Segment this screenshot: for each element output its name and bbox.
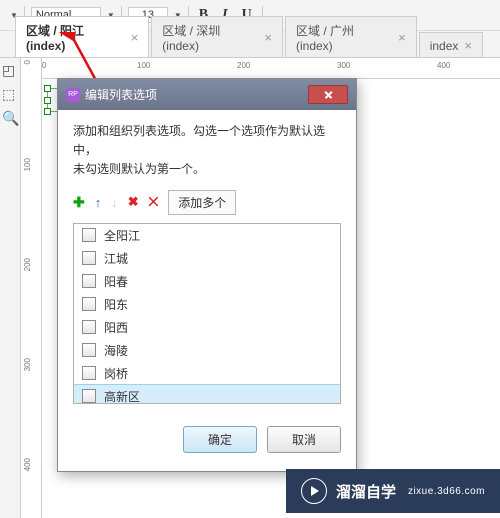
cancel-button[interactable]: 取消 xyxy=(267,426,341,453)
tab-index[interactable]: index × xyxy=(419,32,483,57)
checkbox[interactable] xyxy=(82,274,96,288)
selection-icon[interactable]: ◰ xyxy=(2,63,18,79)
item-label: 海陵 xyxy=(104,342,128,359)
dialog-title: 编辑列表选项 xyxy=(85,86,157,103)
side-tools: ◰ ⬚ 🔍 xyxy=(0,58,21,518)
checkbox[interactable] xyxy=(82,251,96,265)
vertical-ruler: 0 100 200 300 400 xyxy=(21,58,42,518)
list-item[interactable]: 高新区 xyxy=(74,385,340,404)
checkbox[interactable] xyxy=(82,366,96,380)
list-item[interactable]: 海陵 xyxy=(74,339,340,362)
ruler-tick: 0 xyxy=(23,60,32,64)
ok-button[interactable]: 确定 xyxy=(183,426,257,453)
options-list[interactable]: 全阳江 江城 阳春 阳东 阳西 海陵 岗桥 高新区 xyxy=(73,223,341,404)
horizontal-ruler: 0 100 200 300 400 xyxy=(42,58,500,79)
item-label: 阳西 xyxy=(104,319,128,336)
item-label: 江城 xyxy=(104,250,128,267)
checkbox[interactable] xyxy=(82,343,96,357)
add-many-button[interactable]: 添加多个 xyxy=(168,190,236,215)
watermark-url: zixue.3d66.com xyxy=(408,486,485,497)
move-down-icon[interactable]: ↓ xyxy=(111,195,118,210)
ruler-tick: 300 xyxy=(337,61,350,70)
checkbox[interactable] xyxy=(82,297,96,311)
ruler-tick: 400 xyxy=(437,61,450,70)
edit-list-dialog: RP 编辑列表选项 添加和组织列表选项。勾选一个选项作为默认选中，未勾选则默认为… xyxy=(57,78,357,472)
item-label: 岗桥 xyxy=(104,365,128,382)
item-label: 阳东 xyxy=(104,296,128,313)
ruler-tick: 300 xyxy=(23,358,32,371)
list-item[interactable]: 阳东 xyxy=(74,293,340,316)
close-icon[interactable]: × xyxy=(398,30,406,45)
tab-guangzhou[interactable]: 区域 / 广州 (index) × xyxy=(285,16,417,57)
item-label: 高新区 xyxy=(104,388,140,404)
delete-all-icon[interactable]: ⨉ xyxy=(149,195,159,210)
watermark-name: 溜溜自学 xyxy=(336,481,396,502)
list-item[interactable]: 阳西 xyxy=(74,316,340,339)
ruler-tick: 200 xyxy=(237,61,250,70)
resize-handle[interactable] xyxy=(44,108,51,115)
resize-handle[interactable] xyxy=(44,97,51,104)
play-icon xyxy=(301,478,327,504)
ruler-tick: 0 xyxy=(42,61,46,70)
list-item[interactable]: 江城 xyxy=(74,247,340,270)
dialog-titlebar[interactable]: RP 编辑列表选项 xyxy=(58,79,356,110)
add-icon[interactable]: ✚ xyxy=(73,194,85,211)
resize-handle[interactable] xyxy=(44,85,51,92)
dialog-buttons: 确定 取消 xyxy=(73,426,341,453)
dialog-message: 添加和组织列表选项。勾选一个选项作为默认选中，未勾选则默认为第一个。 xyxy=(73,122,341,180)
tab-label: index xyxy=(430,39,459,53)
list-item[interactable]: 全阳江 xyxy=(74,224,340,247)
app-icon: RP xyxy=(66,88,80,102)
close-icon[interactable]: × xyxy=(464,38,472,53)
checkbox[interactable] xyxy=(82,320,96,334)
zoom-icon[interactable]: 🔍 xyxy=(2,111,18,127)
watermark: 溜溜自学 zixue.3d66.com xyxy=(286,469,500,513)
tab-shenzhen[interactable]: 区域 / 深圳 (index) × xyxy=(151,16,283,57)
ruler-tick: 100 xyxy=(23,158,32,171)
hand-icon[interactable]: ⬚ xyxy=(2,87,18,103)
dialog-body: 添加和组织列表选项。勾选一个选项作为默认选中，未勾选则默认为第一个。 ✚ ↑ ↓… xyxy=(58,110,356,471)
tab-yangjiang[interactable]: 区域 / 阳江 (index) × xyxy=(15,16,149,57)
tab-label: 区域 / 深圳 (index) xyxy=(162,22,258,53)
close-icon[interactable]: × xyxy=(131,30,139,45)
move-up-icon[interactable]: ↑ xyxy=(95,195,102,210)
ruler-tick: 400 xyxy=(23,458,32,471)
ruler-tick: 200 xyxy=(23,258,32,271)
close-icon[interactable]: × xyxy=(264,30,272,45)
close-button[interactable] xyxy=(308,85,348,104)
list-item[interactable]: 岗桥 xyxy=(74,362,340,385)
checkbox[interactable] xyxy=(82,228,96,242)
page-tabs: 区域 / 阳江 (index) × 区域 / 深圳 (index) × 区域 /… xyxy=(0,31,500,58)
list-ops: ✚ ↑ ↓ ✖ ⨉ 添加多个 xyxy=(73,190,341,215)
checkbox[interactable] xyxy=(82,389,96,403)
ruler-tick: 100 xyxy=(137,61,150,70)
tab-label: 区域 / 广州 (index) xyxy=(296,22,392,53)
list-item[interactable]: 阳春 xyxy=(74,270,340,293)
item-label: 全阳江 xyxy=(104,227,140,244)
item-label: 阳春 xyxy=(104,273,128,290)
delete-icon[interactable]: ✖ xyxy=(128,194,139,210)
tab-label: 区域 / 阳江 (index) xyxy=(26,22,125,53)
